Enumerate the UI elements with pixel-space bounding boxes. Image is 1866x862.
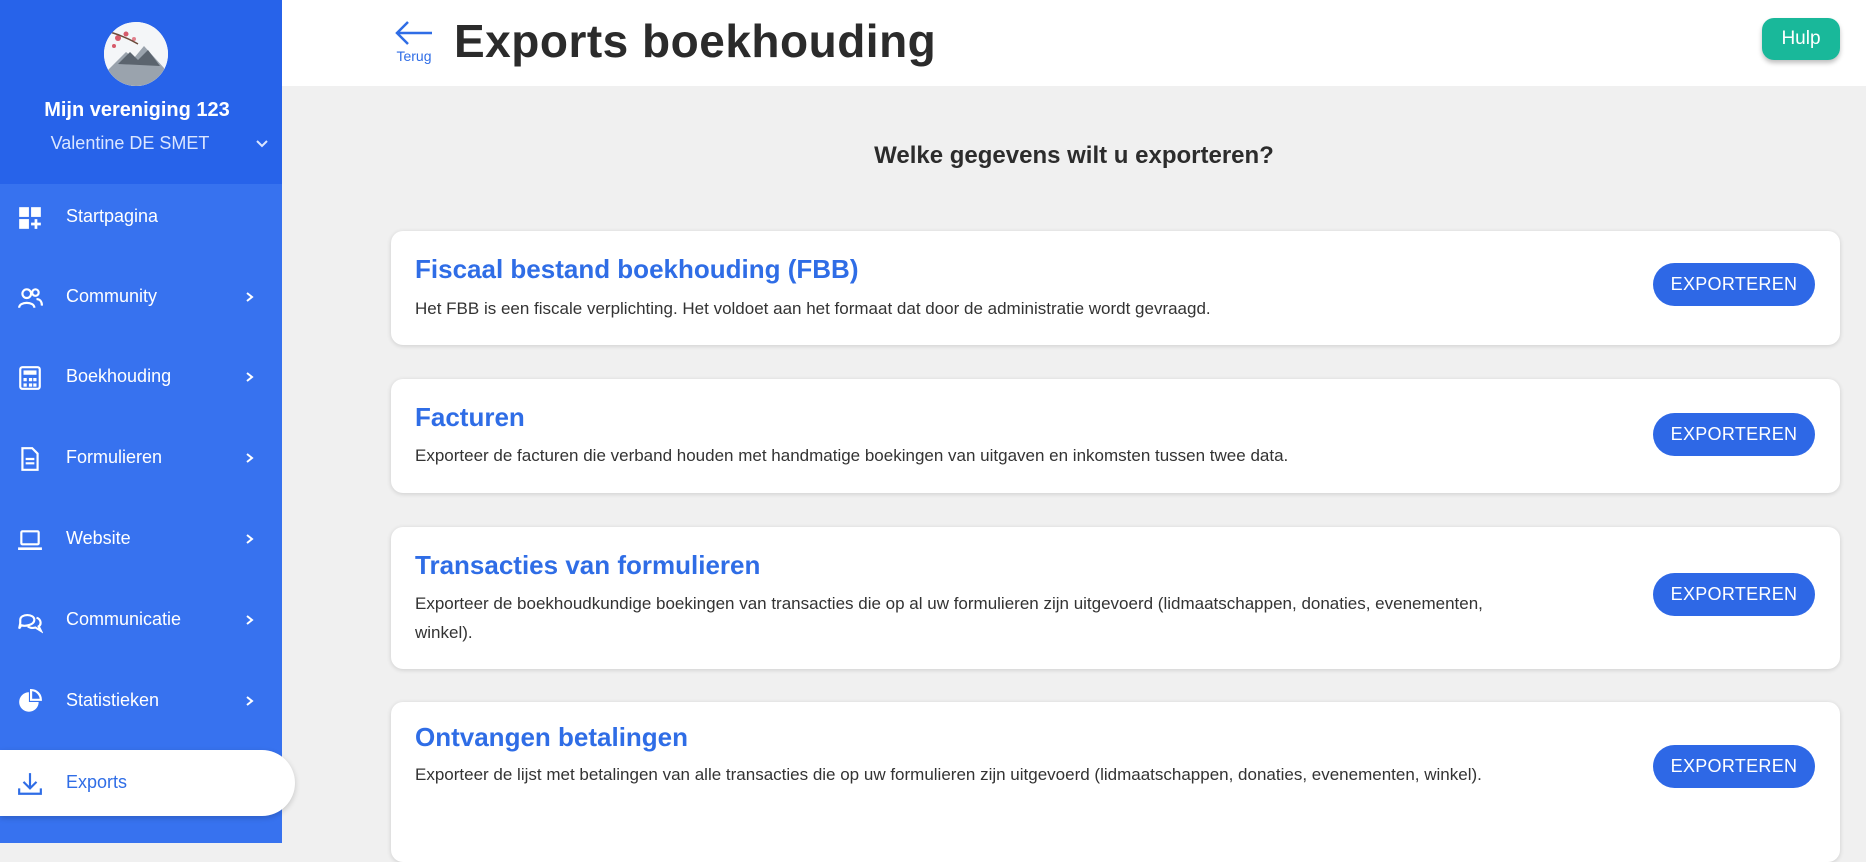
chevron-right-icon [246,696,254,706]
sidebar-item-exports[interactable]: Exports [0,750,295,816]
laptop-icon [18,530,42,551]
sidebar-item-label: Communicatie [66,609,182,629]
pie-chart-icon [19,689,42,712]
sidebar-item-startpagina[interactable]: Startpagina [0,184,282,250]
sidebar-item-communicatie[interactable]: Communicatie [0,587,282,653]
sidebar-item-label: Community [66,286,158,306]
sidebar-item-label: Website [66,528,131,548]
sidebar-item-statistieken[interactable]: Statistieken [0,668,282,734]
export-button[interactable]: EXPORTEREN [1653,745,1815,788]
export-button[interactable]: EXPORTEREN [1653,413,1815,456]
sidebar-item-label: Startpagina [66,206,159,226]
sidebar-header: Mijn vereniging 123 Valentine DE SMET [0,0,282,184]
dashboard-icon [19,207,41,229]
chevron-right-icon [246,534,254,544]
chevron-down-icon[interactable] [254,136,270,152]
chevron-right-icon [246,453,254,463]
export-card-betalingen: Ontvangen betalingen Exporteer de lijst … [391,702,1840,862]
document-icon [21,447,39,471]
sidebar-item-label: Statistieken [66,690,160,710]
export-button[interactable]: EXPORTEREN [1653,263,1815,306]
users-icon [18,288,43,309]
calculator-icon [19,366,41,390]
card-title: Transacties van formulieren [415,550,761,580]
export-question: Welke gegevens wilt u exporteren? [874,142,1274,169]
sidebar-item-label: Formulieren [66,447,163,467]
sidebar-item-community[interactable]: Community [0,264,282,330]
sidebar-item-website[interactable]: Website [0,506,282,572]
export-card-facturen: Facturen Exporteer de facturen die verba… [391,379,1840,493]
back-label: Terug [396,48,432,64]
sidebar-item-label: Exports [66,772,128,792]
card-description: Exporteer de facturen die verband houden… [415,446,1289,465]
card-description: Het FBB is een fiscale verplichting. Het… [415,299,1211,318]
card-description: Exporteer de lijst met betalingen van al… [415,765,1482,784]
sidebar-item-formulieren[interactable]: Formulieren [0,425,282,491]
arrow-left-icon [395,21,432,45]
user-name[interactable]: Valentine DE SMET [0,133,260,154]
download-icon [18,773,42,795]
card-title: Ontvangen betalingen [415,722,689,752]
organization-logo[interactable] [104,22,168,86]
sidebar: Mijn vereniging 123 Valentine DE SMET St… [0,0,295,843]
chevron-right-icon [246,615,254,625]
export-card-fbb: Fiscaal bestand boekhouding (FBB) Het FB… [391,231,1840,345]
organization-name: Mijn vereniging 123 [44,99,230,121]
page-title: Exports boekhouding [454,15,937,67]
card-title: Fiscaal bestand boekhouding (FBB) [415,254,859,284]
export-button[interactable]: EXPORTEREN [1653,573,1815,616]
sidebar-item-boekhouding[interactable]: Boekhouding [0,344,282,410]
card-description: Exporteer de boekhoudkundige boekingen v… [415,594,1483,642]
back-button[interactable]: Terug [394,20,434,66]
sidebar-item-label: Boekhouding [66,366,172,386]
export-card-transacties: Transacties van formulieren Exporteer de… [391,527,1840,669]
chevron-right-icon [246,292,254,302]
chat-icon [18,613,43,634]
chevron-right-icon [246,372,254,382]
help-button[interactable]: Hulp [1762,18,1840,60]
card-title: Facturen [415,402,525,432]
